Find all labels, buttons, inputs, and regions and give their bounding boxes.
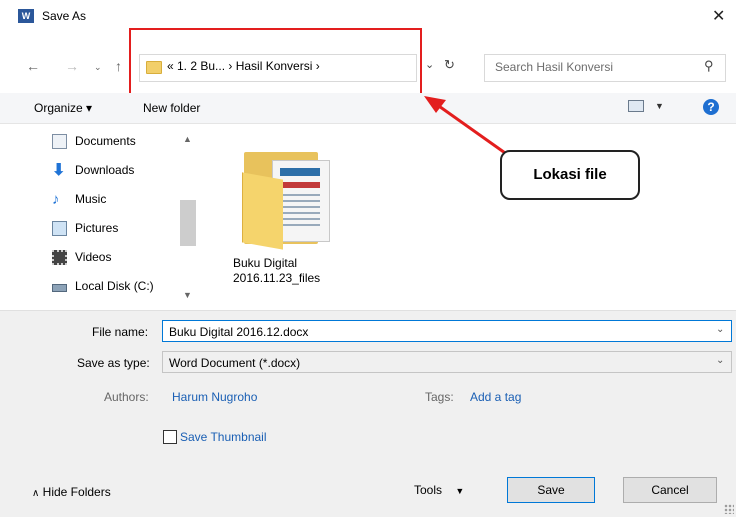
save-thumbnail-label[interactable]: Save Thumbnail	[180, 430, 267, 444]
tools-dropdown-icon: ▼	[455, 486, 465, 496]
file-name-value[interactable]: Buku Digital 2016.12.docx	[169, 325, 308, 339]
save-type-dropdown-icon[interactable]: ⌄	[716, 355, 724, 366]
tags-label: Tags:	[425, 390, 454, 404]
chevron-up-icon: ∧	[32, 488, 40, 499]
save-thumbnail-checkbox[interactable]	[163, 430, 177, 444]
file-name-dropdown-icon[interactable]: ⌄	[716, 324, 724, 335]
save-type-value[interactable]: Word Document (*.docx)	[169, 356, 300, 370]
cancel-button[interactable]: Cancel	[623, 477, 717, 503]
authors-value[interactable]: Harum Nugroho	[172, 390, 257, 404]
hide-folders-button[interactable]: ∧ Hide Folders	[32, 485, 111, 499]
tags-value[interactable]: Add a tag	[470, 390, 521, 404]
resize-grip-icon[interactable]	[724, 504, 734, 514]
file-name-label: File name:	[92, 325, 149, 339]
tools-label: Tools	[414, 483, 443, 497]
tools-button[interactable]: Tools ▼	[414, 483, 464, 497]
location-callout: Lokasi file	[500, 150, 640, 200]
save-type-label: Save as type:	[77, 356, 150, 370]
save-button[interactable]: Save	[507, 477, 595, 503]
hide-folders-label: Hide Folders	[42, 485, 111, 499]
authors-label: Authors:	[104, 390, 149, 404]
